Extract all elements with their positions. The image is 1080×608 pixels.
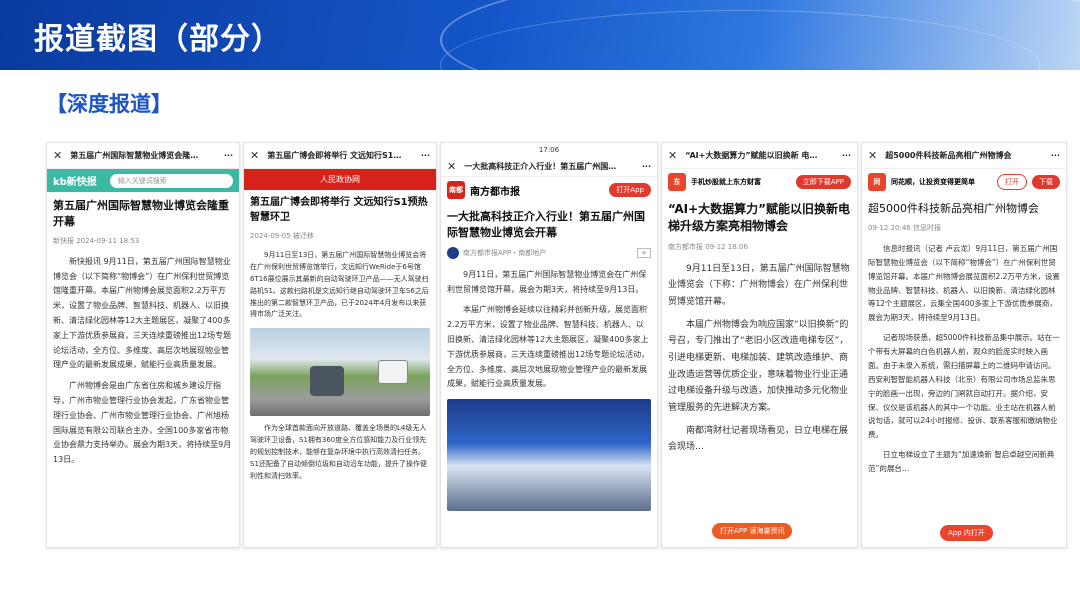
more-icon[interactable]: ··· [842, 151, 851, 160]
article-paragraph: 新快报讯 9月11日，第五届广州国际智慧物业博览会（以下简称“物博会”）在广州保… [53, 256, 232, 370]
status-bar: 17:06 [538, 146, 560, 154]
search-input[interactable]: 输入关键词搜索 [109, 173, 233, 188]
article-paragraph: 南都湾财社记者现场看见，日立电梯在展会现场… [668, 425, 849, 453]
source-label: 南方都市报APP・南都地产 [463, 248, 547, 257]
browser-bar: ✕ 超5000件科技新品亮相广州物博会 ··· [862, 143, 1066, 169]
vehicle [378, 360, 408, 385]
article-paragraph: 9月11日至13日，第五届广州国际智慧物业博览会将在广州保利世贸博览馆举行，文远… [250, 251, 429, 319]
sweeper-vehicle [310, 366, 344, 397]
promo-text: 手机炒股就上东方财富 [691, 178, 761, 186]
article-paragraph: 9月11日，第五届广州国际智慧物业博览会在广州保利世贸博览馆开幕，展会为期3天，… [447, 269, 647, 294]
article-paragraph: 本届广州物博会为响应国家“以旧换新”的号召，专门推出了“老旧小区改造电梯专区”，… [668, 319, 849, 413]
more-icon[interactable]: ··· [421, 151, 430, 160]
app-promo-bar: 东 手机炒股就上东方财富 立即下载APP [662, 169, 857, 195]
section-title: 【深度报道】 [46, 92, 172, 116]
site-name: 南方都市报 [470, 186, 520, 198]
bar-title: “AI+大数据算力”赋能以旧换新 电… [685, 151, 818, 160]
close-icon[interactable]: ✕ [250, 149, 259, 162]
article-paragraph: 日立电梯设立了主题为“加速焕新 智启卓越空间新典范”的展台… [868, 450, 1055, 474]
bar-title: 一大批高科技正介入行业！第五届广州国… [464, 162, 617, 171]
browser-bar: ✕ 第五届广州国际智慧物业博览会隆… ··· [47, 143, 239, 169]
eastmoney-logo-icon: 东 [668, 173, 686, 191]
nandu-logo-icon: 南都 [447, 181, 465, 199]
article-source: 南方都市报APP・南都地产 + [441, 245, 657, 265]
article-paragraph: 记者现场获悉，超5000件科技新品集中展示。站在一个带有大屏幕的白色机器人前，观… [868, 333, 1060, 440]
article-meta: 2024-09-05 被迁移 [250, 232, 314, 240]
more-icon[interactable]: ··· [224, 151, 233, 160]
browser-bar: ✕ 第五届广博会即将举行 文远知行S1… ··· [244, 143, 436, 169]
site-header: 南都 南方都市报 打开App [441, 177, 657, 203]
screenshot-rmzxw: ✕ 第五届广博会即将举行 文远知行S1… ··· 人民政协网 第五届广博会即将举行 … [243, 142, 437, 548]
more-icon[interactable]: ··· [1051, 151, 1060, 160]
article-headline: 第五届广博会即将举行 文远知行S1预热智慧环卫 [250, 197, 428, 223]
download-app-button[interactable]: 立即下载APP [795, 175, 851, 189]
slide-title: 报道截图（部分） [34, 22, 282, 57]
avatar [447, 246, 459, 259]
article-headline: 一大批高科技正介入行业！第五届广州国际智慧物业博览会开幕 [447, 210, 645, 239]
bar-title: 超5000件科技新品亮相广州物博会 [885, 151, 1012, 160]
open-app-float-button[interactable]: 打开APP 读海量资讯 [712, 523, 793, 539]
bar-title: 第五届广博会即将举行 文远知行S1… [267, 151, 402, 160]
open-button[interactable]: 打开 [997, 174, 1027, 190]
follow-button[interactable]: + [637, 247, 651, 258]
close-icon[interactable]: ✕ [447, 160, 456, 173]
article-paragraph: 信息时报讯（记者 卢云龙）9月11日，第五届广州国际智慧物业博览会（以下简称“物… [868, 243, 1060, 323]
bar-title: 第五届广州国际智慧物业博览会隆… [70, 151, 199, 160]
site-banner: 人民政协网 [244, 169, 436, 190]
close-icon[interactable]: ✕ [668, 149, 677, 162]
app-promo-bar: 同 同花顺，让投资变得更简单 打开 下载 [862, 169, 1066, 195]
article-paragraph: 广州物博会是由广东省住房和城乡建设厅指导，广州市物业管理行业协会发起，广东省物业… [53, 381, 232, 465]
screenshot-xinkuaibao: ✕ 第五届广州国际智慧物业博览会隆… ··· kb新快报 输入关键词搜索 第五届广州… [46, 142, 240, 548]
site-header: kb新快报 输入关键词搜索 [47, 169, 239, 192]
article-headline: “AI+大数据算力”赋能以旧换新电梯升级方案亮相物博会 [668, 202, 851, 234]
browser-bar: ✕ “AI+大数据算力”赋能以旧换新 电… ··· [662, 143, 857, 169]
site-logo: kb新快报 [53, 177, 97, 188]
article-paragraph: 9月11日至13日，第五届广州国际智慧物业博览会（下称：广州物博会）在广州保利世… [668, 263, 850, 308]
close-icon[interactable]: ✕ [868, 149, 877, 162]
screenshot-tonghuashun: ✕ 超5000件科技新品亮相广州物博会 ··· 同 同花顺，让投资变得更简单 打开 … [861, 142, 1067, 548]
article-meta: 南方都市报 09-12 18:06 [668, 242, 748, 251]
article-meta: 新快报 2024-09-11 18:53 [53, 236, 140, 245]
article-paragraph: 作为全球首款面向开放道路、覆盖全场景的L4级无人驾驶环卫设备，S1拥有360度全… [250, 424, 427, 480]
article-headline: 超5000件科技新品亮相广州物博会 [868, 202, 1039, 215]
promo-text: 同花顺，让投资变得更简单 [891, 178, 975, 186]
article-paragraph: 本届广州物博会延续以往精彩并创新升级，展览面积2.2万平方米，设置了物业品牌、智… [447, 305, 650, 389]
slide-header: 报道截图（部分） [0, 0, 1080, 70]
tonghuashun-logo-icon: 同 [868, 173, 886, 191]
screenshot-dongfangcaifu: ✕ “AI+大数据算力”赋能以旧换新 电… ··· 东 手机炒股就上东方财富 立即下… [661, 142, 858, 548]
close-icon[interactable]: ✕ [53, 149, 62, 162]
download-button[interactable]: 下载 [1032, 175, 1060, 189]
article-headline: 第五届广州国际智慧物业博览会隆重开幕 [53, 199, 229, 228]
browser-bar: ✕ 一大批高科技正介入行业！第五届广州国… ··· [441, 157, 657, 177]
article-meta: 09-12 20:46 信息时报 [868, 223, 941, 232]
article-photo [447, 399, 651, 512]
open-app-button[interactable]: 打开App [609, 183, 651, 197]
screenshot-nandu: 17:06 ✕ 一大批高科技正介入行业！第五届广州国… ··· 南都 南方都市报 打… [440, 142, 658, 548]
more-icon[interactable]: ··· [642, 162, 651, 171]
open-in-app-button[interactable]: App 内打开 [940, 525, 993, 541]
article-photo [250, 328, 430, 417]
